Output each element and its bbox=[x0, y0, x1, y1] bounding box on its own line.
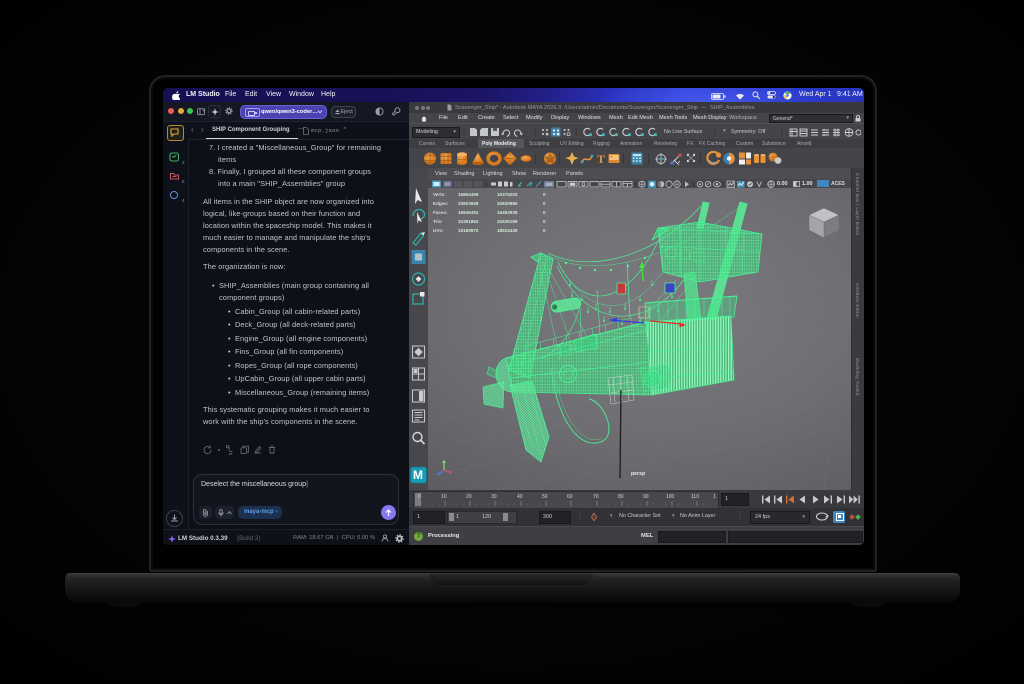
svg-text:T: T bbox=[597, 152, 605, 166]
svg-text:M: M bbox=[413, 468, 423, 482]
